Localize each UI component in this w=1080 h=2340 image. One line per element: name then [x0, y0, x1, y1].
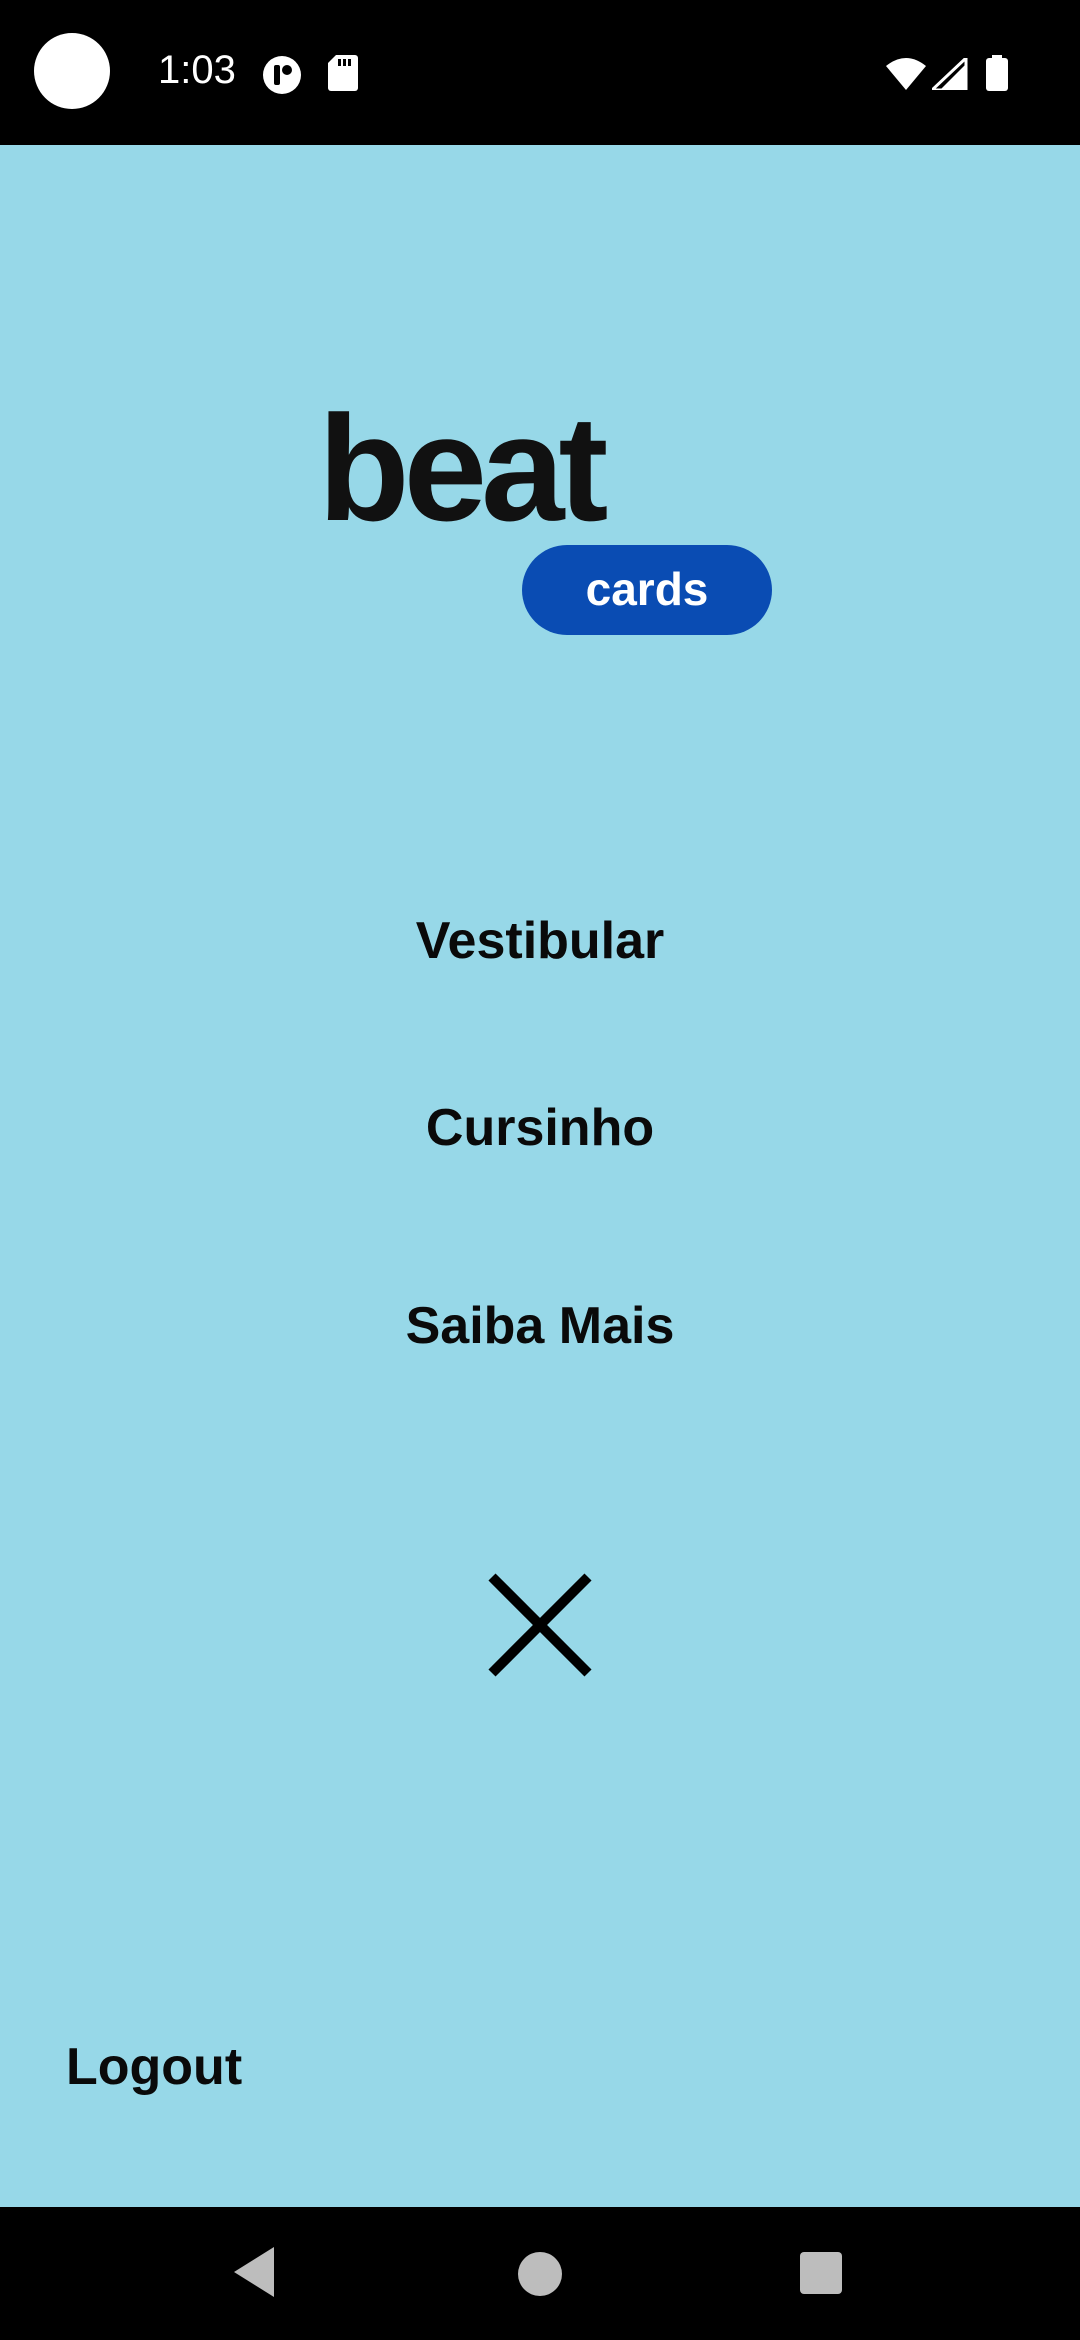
logout-button[interactable]: Logout [66, 2041, 242, 2093]
menu-item-vestibular[interactable]: Vestibular [0, 915, 1080, 967]
recents-icon[interactable] [800, 2252, 842, 2294]
app-screen: 1:03 beat cards Vestibular Cursinho Saib… [0, 0, 1080, 2340]
close-icon [488, 1573, 592, 1677]
back-icon[interactable] [234, 2247, 274, 2297]
status-bar: 1:03 [0, 0, 1080, 145]
p-app-icon [263, 56, 301, 94]
navigation-bar [0, 2207, 1080, 2340]
menu-item-cursinho[interactable]: Cursinho [0, 1102, 1080, 1154]
beat-cards-logo: beat cards [318, 395, 772, 635]
menu-overlay: beat cards Vestibular Cursinho Saiba Mai… [0, 145, 1080, 2207]
status-time: 1:03 [158, 48, 236, 92]
logo-word: beat [318, 395, 607, 552]
close-menu-button[interactable] [480, 1565, 600, 1685]
cell-signal-icon [932, 58, 968, 90]
logo-badge-text: cards [586, 563, 709, 615]
wifi-icon [886, 58, 926, 90]
battery-icon [986, 55, 1008, 91]
home-icon[interactable] [518, 2252, 562, 2296]
menu-item-saiba-mais[interactable]: Saiba Mais [0, 1300, 1080, 1352]
camera-cutout [34, 33, 110, 109]
sd-card-icon [328, 55, 358, 91]
